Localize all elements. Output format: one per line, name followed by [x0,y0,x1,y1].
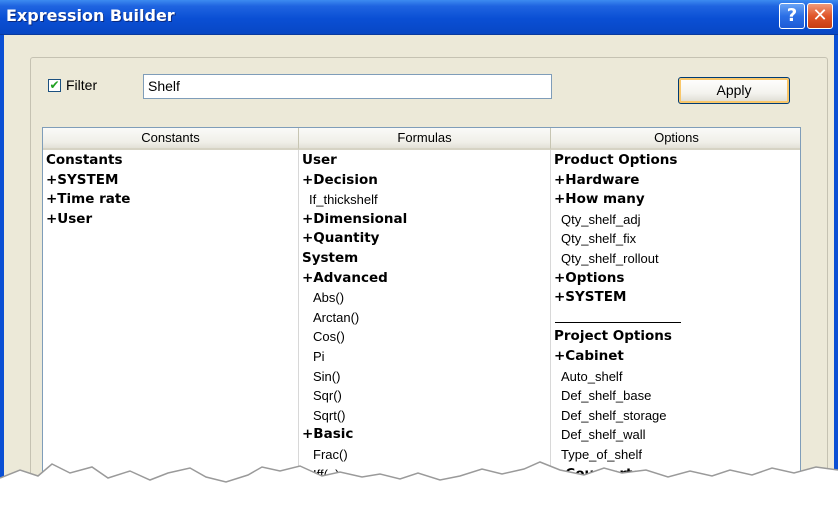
options-item[interactable]: +Hardware [554,172,639,189]
column-header-constants[interactable]: Constants [43,128,299,150]
formulas-item[interactable]: +Dimensional [302,211,407,228]
constants-item[interactable]: Constants [46,152,123,169]
options-item[interactable]: +Cabinet [554,348,624,365]
formulas-item[interactable]: Arctan() [313,309,359,326]
formulas-item[interactable]: +Advanced [302,270,388,287]
formulas-item[interactable]: Sin() [313,368,340,385]
expression-builder-window: Expression Builder ? ✕ ✔ Filter Shelf Ap… [0,0,838,507]
help-icon: ? [786,5,798,26]
options-item[interactable]: Qty_shelf_rollout [561,250,659,267]
options-item[interactable]: Def_shelf_base [561,387,651,404]
formulas-item[interactable]: Pi [313,348,325,365]
formulas-item[interactable]: Sqr() [313,387,342,404]
options-item[interactable]: +Options [554,270,624,287]
options-item[interactable]: Qty_shelf_adj [561,211,641,228]
window-title: Expression Builder [6,6,175,25]
formulas-item[interactable]: Abs() [313,289,344,306]
column-header-options[interactable]: Options [551,128,800,150]
constants-item[interactable]: +Time rate [46,191,130,208]
options-item[interactable]: Auto_shelf [561,368,622,385]
formulas-item[interactable]: User [302,152,337,169]
checkmark-icon: ✔ [49,78,60,92]
torn-paper-edge [0,461,838,507]
options-item[interactable]: +SYSTEM [554,289,626,306]
constants-item[interactable]: +User [46,211,92,228]
formulas-item[interactable]: +Decision [302,172,378,189]
formulas-item[interactable]: If_thickshelf [309,191,378,208]
options-item[interactable]: +How many [554,191,645,208]
close-button[interactable]: ✕ [807,3,833,29]
options-item[interactable]: Project Options [554,328,672,345]
formulas-item[interactable]: System [302,250,358,267]
options-item[interactable]: Def_shelf_storage [561,407,667,424]
column-header-formulas[interactable]: Formulas [299,128,551,150]
filter-label[interactable]: Filter [66,77,97,93]
filter-checkbox[interactable]: ✔ [48,79,61,92]
apply-button[interactable]: Apply [678,77,790,104]
formulas-item[interactable]: Sqrt() [313,407,346,424]
options-item[interactable]: Product Options [554,152,677,169]
title-bar[interactable]: Expression Builder ? ✕ [0,0,838,35]
formulas-item[interactable]: Cos() [313,328,345,345]
help-button[interactable]: ? [779,3,805,29]
formulas-item[interactable]: +Quantity [302,230,379,247]
constants-item[interactable]: +SYSTEM [46,172,118,189]
close-icon: ✕ [812,5,828,26]
filter-text-input[interactable]: Shelf [143,74,552,99]
options-item[interactable]: Qty_shelf_fix [561,230,636,247]
options-separator [555,321,681,323]
